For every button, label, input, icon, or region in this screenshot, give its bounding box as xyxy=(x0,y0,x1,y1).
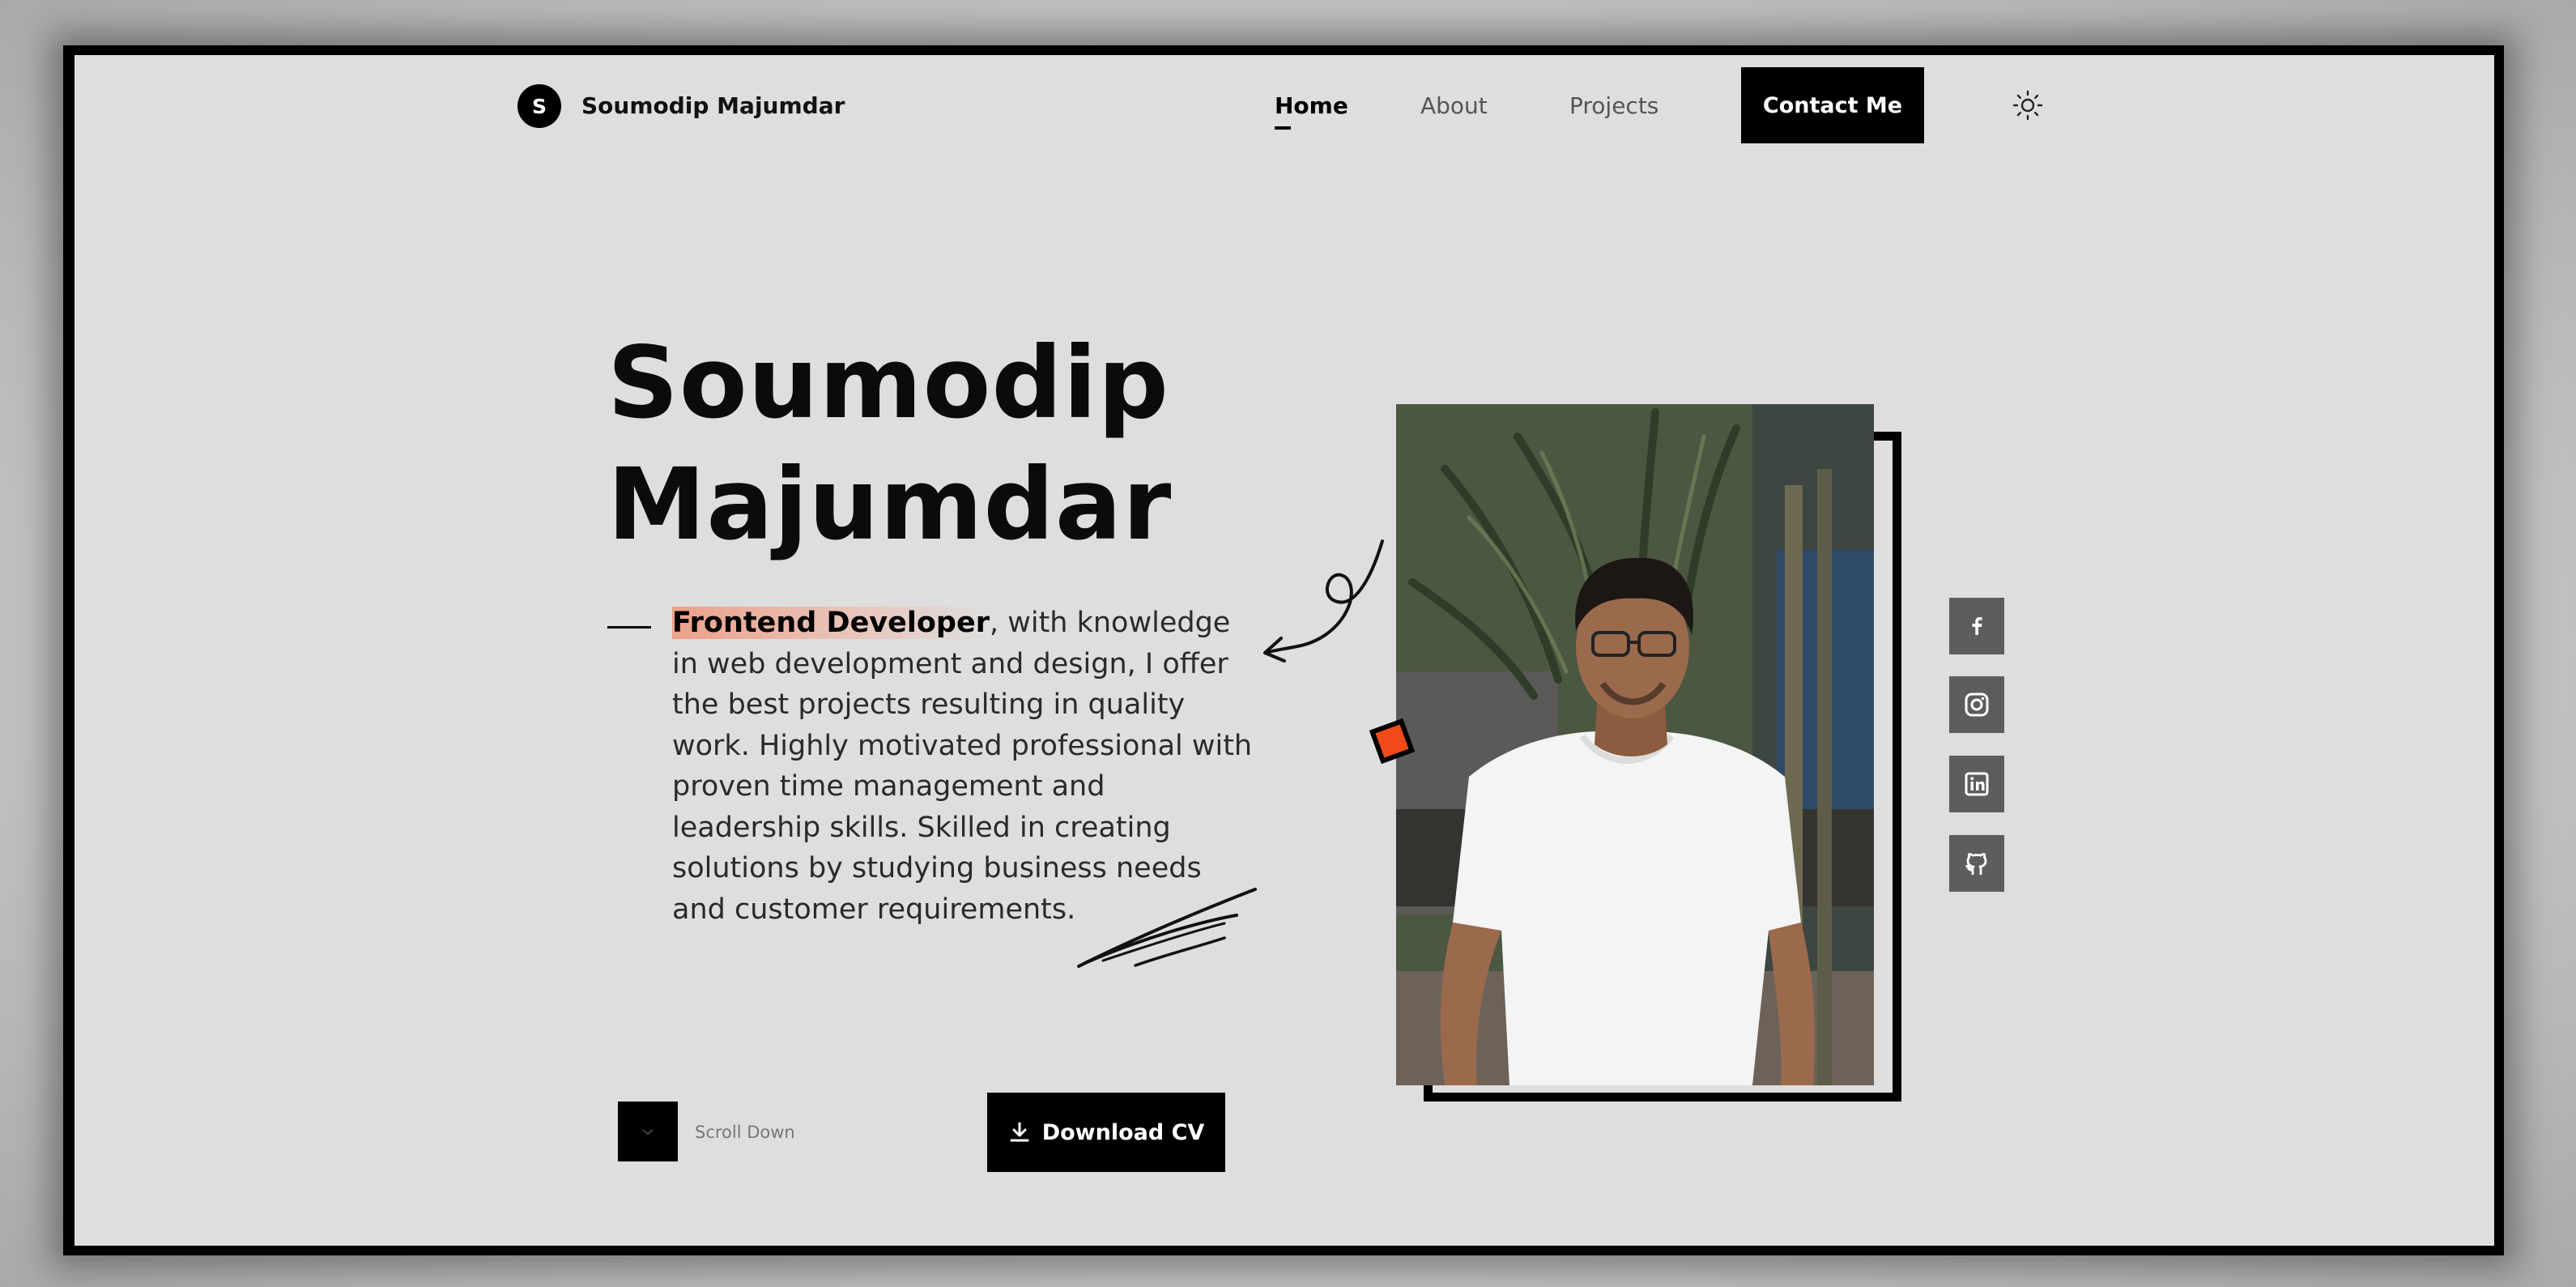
sun-icon[interactable] xyxy=(2012,89,2044,121)
photo-frame-edge-top xyxy=(1874,432,1901,441)
instagram-icon xyxy=(1965,693,1989,717)
portfolio-page: S Soumodip Majumdar Home About Projects … xyxy=(75,55,2494,1246)
facebook-icon xyxy=(1972,617,1982,635)
brand-name[interactable]: Soumodip Majumdar xyxy=(581,92,845,119)
active-nav-indicator xyxy=(1275,126,1291,130)
download-icon xyxy=(1010,1122,1029,1142)
linkedin-link[interactable] xyxy=(1949,756,2004,812)
hero-title: Soumodip Majumdar xyxy=(607,322,1174,565)
linkedin-icon xyxy=(1965,772,1989,796)
nav-link-projects[interactable]: Projects xyxy=(1569,92,1658,119)
scribble-strokes-icon xyxy=(1077,888,1257,968)
squiggle-arrow-icon xyxy=(1263,539,1384,663)
instagram-link[interactable] xyxy=(1949,676,2004,733)
contact-me-button[interactable]: Contact Me xyxy=(1741,67,1924,143)
role-highlight: Frontend Developer xyxy=(672,607,990,639)
download-cv-label: Download CV xyxy=(1041,1119,1205,1145)
github-icon xyxy=(1965,853,1987,876)
logo-badge[interactable]: S xyxy=(517,84,561,128)
hero-title-last-name: Majumdar xyxy=(607,447,1173,562)
scroll-down-button[interactable] xyxy=(618,1102,678,1161)
profile-photo xyxy=(1396,404,1874,1085)
person-portrait-icon xyxy=(1396,404,1874,1085)
intro-dash xyxy=(607,626,651,629)
chevron-down-icon xyxy=(642,1129,654,1136)
scroll-down-label: Scroll Down xyxy=(695,1123,795,1142)
nav-link-home[interactable]: Home xyxy=(1275,92,1348,119)
github-link[interactable] xyxy=(1949,835,2004,892)
hero-title-first-name: Soumodip xyxy=(607,326,1169,441)
facebook-link[interactable] xyxy=(1949,598,2004,654)
orange-diamond-icon xyxy=(1369,718,1416,765)
nav-link-about[interactable]: About xyxy=(1420,92,1488,119)
description-text: , with knowledge in web development and … xyxy=(672,607,1253,926)
download-cv-button[interactable]: Download CV xyxy=(987,1093,1225,1172)
